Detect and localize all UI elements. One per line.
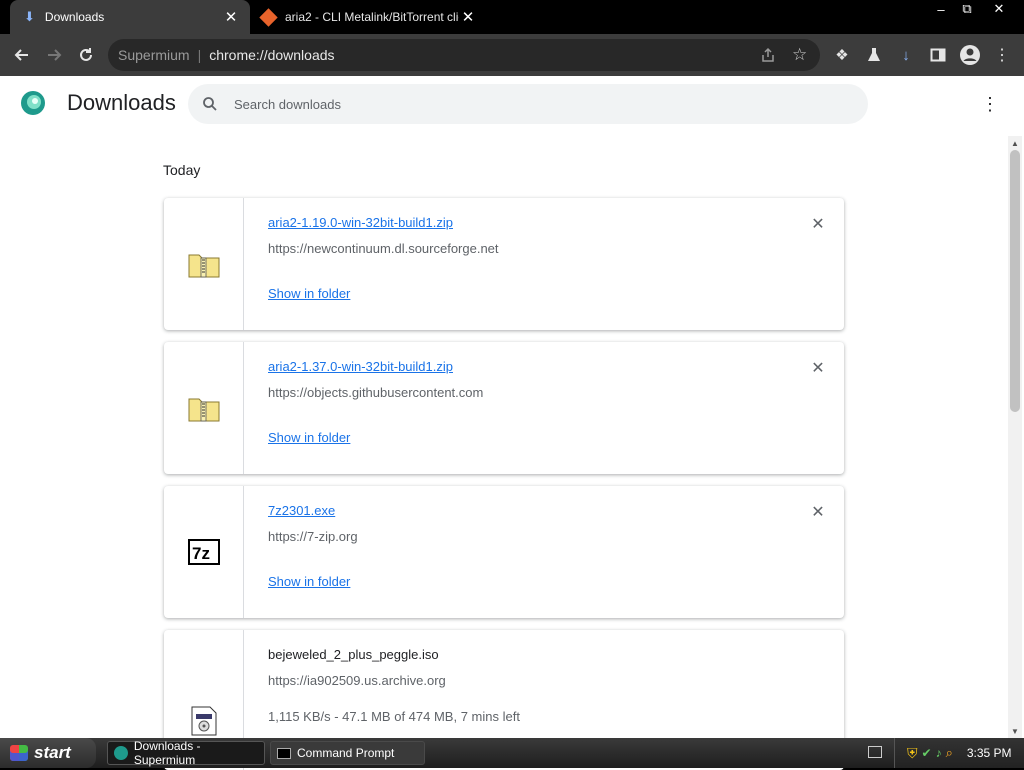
- address-bar[interactable]: Supermium | chrome://downloads ☆: [108, 39, 820, 71]
- volume-icon[interactable]: ♪: [936, 746, 942, 760]
- date-section-label: Today: [163, 162, 201, 178]
- file-icon-column: [164, 198, 244, 330]
- profile-button[interactable]: [957, 42, 983, 68]
- share-icon[interactable]: [760, 47, 776, 66]
- search-input[interactable]: [234, 96, 834, 112]
- tab-strip: ⬇ Downloads ✕ aria2 - CLI Metalink/BitTo…: [0, 0, 1024, 34]
- scroll-down-arrow-icon[interactable]: ▼: [1008, 724, 1022, 738]
- taskbar-item-label: Downloads - Supermium: [133, 739, 201, 767]
- aria2-favicon-icon: [259, 7, 278, 27]
- bookmark-star-icon[interactable]: ☆: [792, 45, 807, 65]
- tab-aria2[interactable]: aria2 - CLI Metalink/BitTorrent client ✕: [252, 0, 487, 34]
- show-in-folder-link[interactable]: Show in folder: [268, 430, 350, 445]
- download-arrow-icon: ↓: [902, 46, 910, 64]
- downloads-toolbar-button[interactable]: ↓: [893, 42, 919, 68]
- restore-icon[interactable]: ⧉: [954, 0, 980, 18]
- remove-download-icon[interactable]: ✕: [808, 502, 828, 522]
- keyboard-icon[interactable]: [868, 746, 882, 758]
- show-in-folder-link[interactable]: Show in folder: [268, 574, 350, 589]
- file-name-link[interactable]: 7z2301.exe: [268, 503, 335, 518]
- search-icon: [203, 97, 217, 111]
- zip-folder-icon: [188, 254, 219, 278]
- scroll-up-arrow-icon[interactable]: ▲: [1008, 136, 1022, 150]
- back-arrow-icon: [14, 49, 28, 61]
- file-source-url: https://ia902509.us.archive.org: [268, 673, 446, 688]
- show-in-folder-link[interactable]: Show in folder: [268, 286, 350, 301]
- taskbar: start Downloads - Supermium Command Prom…: [0, 738, 1024, 768]
- remove-download-icon[interactable]: ✕: [808, 214, 828, 234]
- page-header: Downloads ⋮: [0, 76, 1024, 132]
- system-tray: ⛨ ✔ ♪ ⌕ 3:35 PM: [894, 738, 1024, 768]
- vertical-dots-icon: ⋮: [994, 47, 1010, 64]
- tab-downloads[interactable]: ⬇ Downloads ✕: [10, 0, 250, 34]
- separator: |: [197, 47, 202, 63]
- vertical-dots-icon: ⋮: [981, 93, 999, 114]
- download-icon: ⬇: [24, 9, 35, 24]
- minimize-icon[interactable]: ‒: [928, 0, 954, 18]
- page-scrollbar[interactable]: ▲ ▼: [1008, 136, 1022, 738]
- zip-folder-icon: [188, 398, 219, 422]
- close-tab-icon[interactable]: ✕: [222, 8, 240, 26]
- remove-download-icon[interactable]: ✕: [808, 358, 828, 378]
- 7zip-icon: 7z: [187, 539, 220, 565]
- svg-text:7z: 7z: [192, 544, 210, 563]
- windows-flag-icon: [10, 745, 28, 761]
- security-shield-icon[interactable]: ⛨: [907, 745, 918, 762]
- taskbar-item-downloads[interactable]: Downloads - Supermium: [107, 739, 265, 767]
- download-progress-text: 1,115 KB/s - 47.1 MB of 474 MB, 7 mins l…: [268, 709, 520, 724]
- reload-icon: [80, 48, 92, 61]
- url-text: chrome://downloads: [209, 47, 335, 63]
- forward-button[interactable]: [41, 42, 67, 68]
- tab-label: aria2 - CLI Metalink/BitTorrent client: [285, 10, 459, 24]
- flask-icon: [868, 48, 880, 61]
- extensions-button[interactable]: ❖: [829, 42, 855, 68]
- puzzle-icon: ❖: [835, 47, 849, 64]
- browser-toolbar: Supermium | chrome://downloads ☆ ❖ ↓ ⋮: [0, 34, 1024, 76]
- search-tray-icon[interactable]: ⌕: [946, 745, 953, 761]
- site-name: Supermium: [118, 47, 190, 63]
- taskbar-item-label: Command Prompt: [297, 746, 395, 760]
- scrollbar-thumb[interactable]: [1010, 150, 1020, 412]
- network-icon[interactable]: ✔: [922, 746, 932, 760]
- file-icon-column: 7z: [164, 486, 244, 618]
- reload-button[interactable]: [73, 42, 99, 68]
- labs-button[interactable]: [861, 42, 887, 68]
- search-box[interactable]: [188, 84, 868, 124]
- start-button[interactable]: start: [0, 738, 96, 768]
- side-panel-icon: [930, 48, 946, 62]
- browser-menu-button[interactable]: ⋮: [989, 42, 1015, 68]
- file-name-link[interactable]: aria2-1.19.0-win-32bit-build1.zip: [268, 215, 453, 230]
- file-icon-column: [164, 342, 244, 474]
- file-source-url: https://newcontinuum.dl.sourceforge.net: [268, 241, 499, 256]
- taskbar-item-command-prompt[interactable]: Command Prompt: [270, 741, 425, 765]
- download-item: 7z 7z2301.exe https://7-zip.org Show in …: [164, 486, 844, 618]
- start-label: start: [34, 743, 71, 762]
- file-name-link[interactable]: aria2-1.37.0-win-32bit-build1.zip: [268, 359, 453, 374]
- avatar-icon: [960, 45, 980, 65]
- page-title: Downloads: [67, 90, 176, 115]
- download-item: aria2-1.37.0-win-32bit-build1.zip https:…: [164, 342, 844, 474]
- download-item: aria2-1.19.0-win-32bit-build1.zip https:…: [164, 198, 844, 330]
- file-name: bejeweled_2_plus_peggle.iso: [268, 647, 439, 662]
- supermium-icon: [114, 746, 128, 760]
- file-source-url: https://objects.githubusercontent.com: [268, 385, 484, 400]
- back-button[interactable]: [9, 42, 35, 68]
- disc-image-icon: [191, 706, 216, 736]
- close-window-icon[interactable]: ✕: [986, 0, 1012, 18]
- tab-label: Downloads: [44, 10, 105, 24]
- forward-arrow-icon: [48, 49, 62, 61]
- close-tab-icon[interactable]: ✕: [459, 8, 477, 26]
- clock: 3:35 PM: [966, 746, 1012, 760]
- command-prompt-icon: [277, 747, 291, 759]
- file-source-url: https://7-zip.org: [268, 529, 358, 544]
- downloads-page: Downloads ⋮ Today aria2-1.19.0-win-32bit…: [0, 76, 1024, 770]
- supermium-logo-icon: [21, 91, 45, 115]
- more-actions-button[interactable]: ⋮: [978, 92, 1002, 116]
- side-panel-button[interactable]: [925, 42, 951, 68]
